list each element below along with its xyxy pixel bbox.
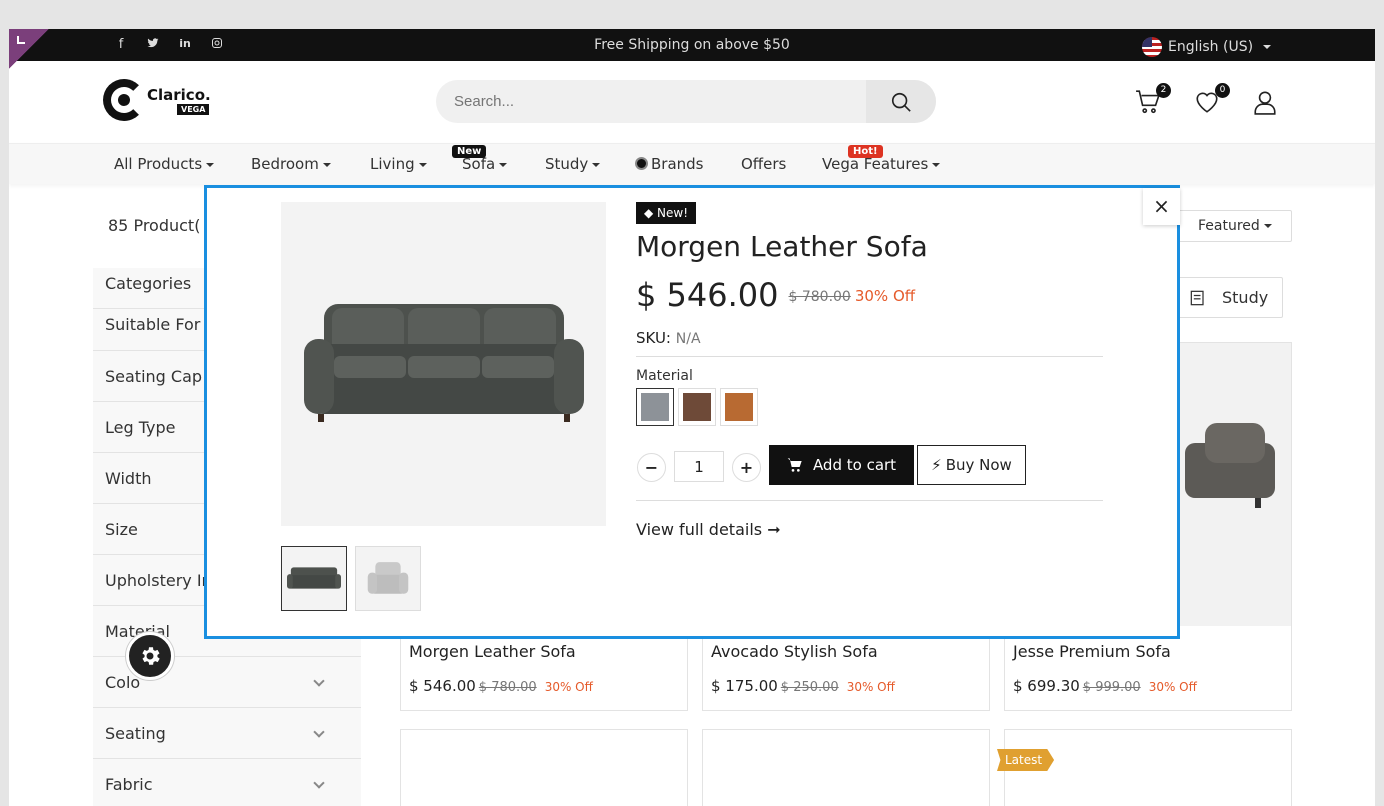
corner-toggle[interactable] xyxy=(9,29,49,69)
product-count: 85 Product( xyxy=(108,216,201,235)
nav-offers[interactable]: Offers xyxy=(741,155,786,173)
product-price: $ 546.00 $ 780.00 30% Off xyxy=(636,276,915,314)
study-icon xyxy=(1190,290,1204,306)
bolt-icon: ⚡ xyxy=(931,456,942,474)
wishlist-count-badge: 0 xyxy=(1215,83,1230,98)
new-tag: ◆ New! xyxy=(636,202,697,224)
search-input[interactable] xyxy=(436,80,866,123)
wishlist-button[interactable]: 0 xyxy=(1194,83,1230,117)
product-card[interactable] xyxy=(400,729,688,806)
product-price: $ 175.00 $ 250.00 30% Off xyxy=(711,677,895,695)
nav-bedroom[interactable]: Bedroom xyxy=(251,155,331,173)
buy-now-button[interactable]: ⚡ Buy Now xyxy=(917,445,1026,485)
sofa-image xyxy=(1185,423,1275,508)
top-bar: f in Free Shipping on above $50 English … xyxy=(9,29,1375,69)
nav-all-products[interactable]: All Products xyxy=(114,155,215,173)
discount-label: 30% Off xyxy=(854,287,916,305)
current-price: $ 546.00 xyxy=(636,276,779,314)
chevron-down-icon xyxy=(313,777,325,789)
language-selector[interactable]: English (US) xyxy=(1142,37,1272,57)
filter-fabric[interactable]: Fabric xyxy=(93,759,361,806)
logo-name: Clarico. xyxy=(147,85,211,104)
site-logo[interactable]: Clarico. VEGA xyxy=(103,79,211,121)
language-label: English (US) xyxy=(1168,39,1254,55)
quantity-increase-button[interactable]: + xyxy=(732,453,761,482)
swatch-grey[interactable] xyxy=(636,388,674,426)
logo-mark xyxy=(103,79,145,121)
cart-icon xyxy=(787,458,802,472)
cart-button[interactable]: 2 xyxy=(1135,83,1171,117)
product-title: Morgen Leather Sofa xyxy=(636,230,928,263)
add-to-cart-button[interactable]: Add to cart xyxy=(769,445,914,485)
armchair-thumbnail-image xyxy=(367,561,409,594)
product-main-image xyxy=(281,202,606,526)
nav-vega-features[interactable]: Hot! Vega Features xyxy=(822,145,941,173)
cart-count-badge: 2 xyxy=(1156,83,1171,98)
swatch-tan[interactable] xyxy=(720,388,758,426)
site-header: Clarico. VEGA 2 0 xyxy=(9,61,1375,143)
nav-sofa[interactable]: New Sofa xyxy=(452,145,508,173)
sku: SKU: N/A xyxy=(636,329,701,347)
us-flag-icon xyxy=(1142,37,1162,57)
old-price: $ 780.00 xyxy=(788,289,851,305)
user-icon xyxy=(1254,91,1276,115)
material-label: Material xyxy=(636,368,693,384)
view-full-details-link[interactable]: View full details ➞ xyxy=(636,520,781,539)
logo-badge: VEGA xyxy=(177,103,209,115)
swatch-brown[interactable] xyxy=(678,388,716,426)
leather-sofa-image xyxy=(303,304,584,422)
hot-badge: Hot! xyxy=(848,145,883,158)
settings-button[interactable] xyxy=(126,632,174,680)
nav-living[interactable]: Living xyxy=(370,155,427,173)
latest-ribbon: Latest xyxy=(997,749,1055,771)
tag-icon: ◆ xyxy=(644,206,658,220)
product-card[interactable] xyxy=(702,729,990,806)
close-button[interactable]: × xyxy=(1143,188,1180,225)
product-price: $ 699.30 $ 999.00 30% Off xyxy=(1013,677,1197,695)
arrow-right-icon: ➞ xyxy=(767,520,781,539)
chevron-down-icon xyxy=(1263,45,1272,49)
chevron-down-icon xyxy=(313,726,325,738)
brand-dot-icon xyxy=(635,157,648,170)
filter-seating[interactable]: Seating xyxy=(93,708,361,759)
account-button[interactable] xyxy=(1252,89,1280,117)
new-badge: New xyxy=(452,145,487,158)
thumbnail-1[interactable] xyxy=(281,546,347,611)
divider xyxy=(636,500,1103,501)
product-price: $ 546.00 $ 780.00 30% Off xyxy=(409,677,593,695)
sofa-thumbnail-image xyxy=(287,566,341,589)
search-icon xyxy=(891,92,911,112)
quantity-decrease-button[interactable]: − xyxy=(637,453,666,482)
thumbnail-2[interactable] xyxy=(355,546,421,611)
chevron-down-icon xyxy=(313,675,325,687)
quantity-input[interactable]: 1 xyxy=(674,451,724,482)
search-bar xyxy=(436,80,936,123)
main-nav: All Products Bedroom Living New Sofa Stu… xyxy=(9,143,1375,184)
quick-view-modal: × ◆ New! Morgen Leather Sofa $ 546.00 $ 7… xyxy=(204,185,1180,639)
divider xyxy=(636,356,1103,357)
nav-study[interactable]: Study xyxy=(545,155,601,173)
nav-brands[interactable]: Brands xyxy=(635,155,704,173)
sort-value: Featured xyxy=(1198,218,1260,234)
category-chip-study[interactable]: Study xyxy=(1177,277,1283,318)
search-button[interactable] xyxy=(866,80,936,123)
gear-icon xyxy=(142,647,160,665)
